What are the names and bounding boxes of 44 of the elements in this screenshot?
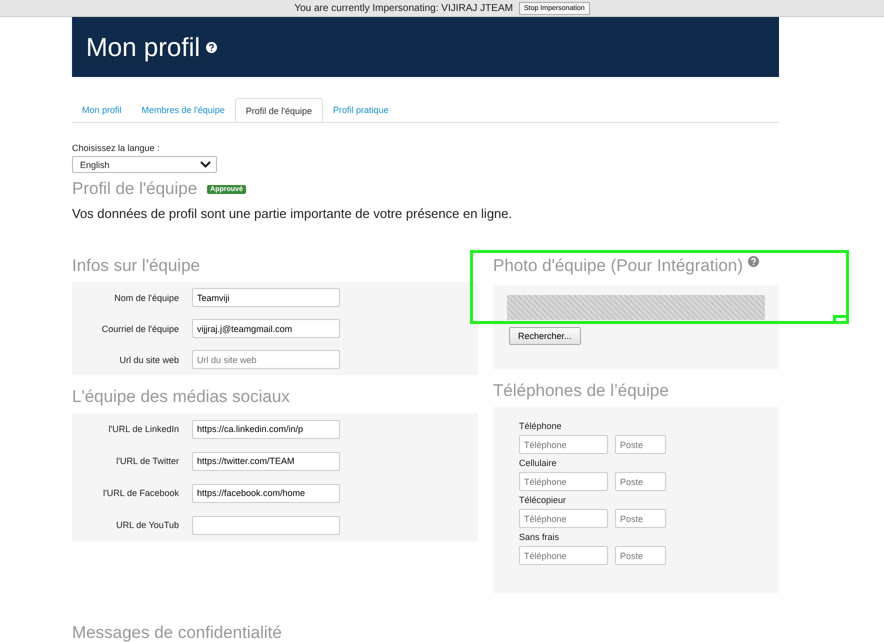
page-title: Mon profil [86,32,200,62]
language-label: Choisissez la langue : [72,143,161,153]
section-title: Infos sur l'équipe [72,256,201,276]
input-field[interactable]: vijjraj.j@teamgmail.com [192,319,340,338]
field-label: l'URL de LinkedIn [108,424,179,434]
field-label: Sans frais [519,532,560,542]
help-icon[interactable] [206,42,218,52]
field-label: Télécopieur [519,495,568,505]
extension-field[interactable]: Poste [615,472,666,491]
extension-field[interactable]: Poste [615,509,666,528]
field-label: Url du site web [118,354,179,364]
phone-field[interactable]: Téléphone [519,435,608,454]
language-select[interactable]: English [72,156,217,173]
profile-description: Vos données de profil sont une partie importante de votre présence en ligne. [72,206,514,221]
field-label: l'URL de Twitter [115,456,179,466]
phone-field[interactable]: Téléphone [519,472,608,491]
input-field[interactable]: https://facebook.com/home [192,484,340,502]
tab[interactable]: Mon profil [72,98,132,122]
section-title: Photo d'équipe (Pour Intégration) [493,256,743,276]
tab[interactable]: Profil pratique [323,98,399,122]
field-label: URL de YouTub [115,520,179,530]
input-field[interactable]: Url du site web [192,350,340,369]
browse-button[interactable]: Rechercher... [509,327,581,345]
field-label: Nom de l'équipe [113,292,179,302]
input-field[interactable]: https://ca.linkedin.com/in/p [192,420,340,438]
impersonation-text: You are currently Impersonating: VIJIRAJ JTEAM [294,2,513,14]
tab[interactable]: Membres de l'équipe [132,98,235,122]
section-title: Messages de confidentialité [72,623,283,642]
section-title: Téléphones de l’équipe [493,381,670,401]
tab[interactable]: Profil de l'équipe [234,98,324,122]
field-label: l'URL de Facebook [102,488,179,498]
field-label: Téléphone [519,421,563,431]
input-field[interactable] [192,516,340,534]
phone-field[interactable]: Téléphone [519,546,608,565]
section-title: L'équipe des médias sociaux [72,387,291,407]
input-field[interactable]: Teamviji [192,288,340,307]
section-title: Profil de l'équipe [72,179,198,199]
chevron-down-icon [200,161,211,168]
field-label: Courriel de l'équipe [100,324,179,334]
extension-field[interactable]: Poste [615,546,666,565]
field-label: Cellulaire [519,458,558,468]
phone-field[interactable]: Téléphone [519,509,608,528]
extension-field[interactable]: Poste [615,435,666,454]
input-field[interactable]: https://twitter.com/TEAM [192,452,340,470]
